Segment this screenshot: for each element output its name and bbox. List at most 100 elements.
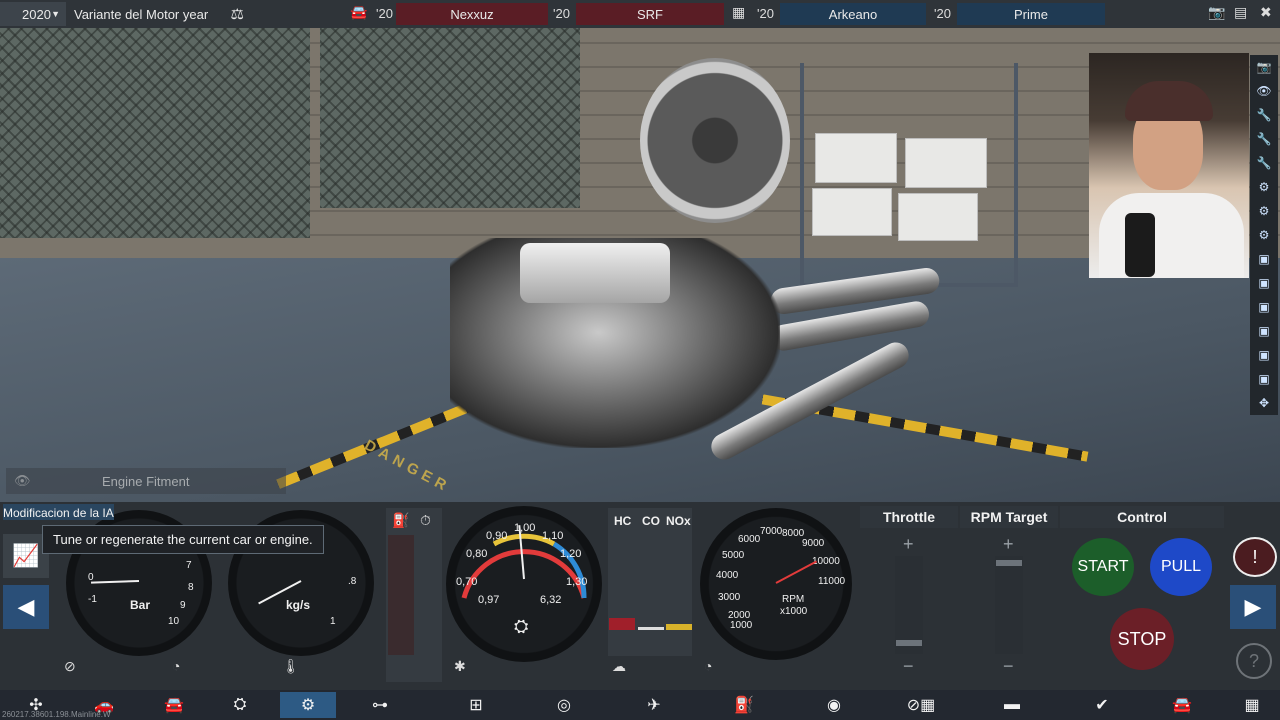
tool-icon[interactable]: ▣	[1250, 343, 1278, 367]
rpm-target-slider[interactable]	[995, 556, 1023, 654]
nav-aero-icon[interactable]: ✈	[626, 692, 682, 718]
engine-icon: ⛭	[514, 616, 529, 636]
team-year: '20	[757, 6, 774, 21]
gauge-icon[interactable]: ◔	[704, 658, 712, 674]
team-srf[interactable]: SRF	[576, 3, 724, 25]
plus-icon[interactable]: +	[903, 534, 914, 555]
camera-icon[interactable]: 📷	[1250, 55, 1278, 79]
nav-test-track-icon[interactable]: ⊘▦	[890, 692, 952, 718]
emission-header: CO	[642, 514, 660, 528]
engine-fitment-bar[interactable]: 👁 Engine Fitment	[6, 468, 286, 494]
tooltip: Tune or regenerate the current car or en…	[42, 525, 324, 554]
gauge-tick: 5000	[722, 550, 745, 561]
view-icon[interactable]: 👁	[1250, 79, 1278, 103]
tool-icon[interactable]: ▣	[1250, 319, 1278, 343]
eye-icon[interactable]: 👁	[14, 473, 38, 489]
nav-engine-tuning-icon[interactable]: ⚙	[280, 692, 336, 718]
minus-icon[interactable]: −	[1003, 656, 1014, 677]
scale-icon[interactable]: ⚖	[231, 5, 244, 23]
tool-icon[interactable]: ▣	[1250, 295, 1278, 319]
engine-grid-icon: ▦	[732, 4, 746, 20]
ai-modification-label[interactable]: Modificacion de la IA	[3, 504, 114, 520]
garage-scene: DANGER	[0, 28, 1280, 502]
pull-button[interactable]: PULL	[1150, 538, 1212, 596]
control-header: Control	[1060, 506, 1224, 528]
nav-brakes-icon[interactable]: ◎	[536, 692, 592, 718]
rpm-needle	[775, 560, 818, 584]
gauge-tick: 8	[188, 582, 194, 593]
variant-selector[interactable]: Variante del Motor year ⚖	[68, 2, 254, 26]
camera-icon[interactable]: 📷	[1208, 4, 1225, 21]
emissions-icon[interactable]: ☁	[612, 658, 626, 675]
throttle-slider[interactable]	[895, 556, 923, 654]
temperature-icon[interactable]: 🌡	[282, 658, 300, 675]
alert-icon[interactable]: !	[1233, 537, 1277, 577]
move-icon[interactable]: ✥	[1250, 391, 1278, 415]
year-dropdown[interactable]: 2020 ▼	[0, 2, 66, 26]
tool-icon[interactable]: ⚙	[1250, 199, 1278, 223]
tool-icon[interactable]: ⚙	[1250, 223, 1278, 247]
mesh-window-right	[320, 28, 580, 208]
gauge-tick: 1000	[730, 620, 753, 631]
gauge-tick: 9	[180, 600, 186, 611]
engine-intake	[520, 243, 670, 303]
gauge-tick: 7	[186, 560, 192, 571]
rpm-target-header: RPM Target	[960, 506, 1058, 528]
nav-showroom-icon[interactable]: 🚘	[1154, 692, 1210, 718]
nav-tyres-icon[interactable]: ◉	[806, 692, 862, 718]
gauge-unit: Bar	[130, 598, 151, 612]
year-value: 2020	[22, 6, 51, 22]
bottom-nav: ✣ 🚗 🚘 ⛭ ⚙ ⊶ ⊞ ◎ ✈ ⛽ ◉ ⊘▦ ▬ ✔ 🚘 ▦	[0, 690, 1280, 720]
tool-icon[interactable]: 🔧	[1250, 127, 1278, 151]
spark-icon[interactable]: ✱	[454, 658, 466, 675]
hc-level-bar	[609, 618, 635, 630]
version-label: 260217.38601.198.Mainline.W	[2, 710, 111, 719]
nav-drivetrain-icon[interactable]: ⊶	[352, 692, 408, 718]
timer-icon: ⏱	[420, 512, 431, 528]
gauge-icon[interactable]: ⊘	[64, 658, 76, 675]
nox-level-bar	[666, 624, 692, 630]
slider-knob[interactable]	[996, 560, 1022, 566]
webcam-cap	[1125, 81, 1213, 121]
gauge-tick: 10	[168, 616, 180, 627]
tool-icon[interactable]: ⚙	[1250, 175, 1278, 199]
plus-icon[interactable]: +	[1003, 534, 1014, 555]
close-icon[interactable]: ✖	[1260, 4, 1272, 21]
tool-icon[interactable]: 🔧	[1250, 103, 1278, 127]
gauge-tick: 11000	[818, 576, 846, 587]
crate	[815, 133, 897, 183]
nav-suspension-icon[interactable]: ⊞	[448, 692, 504, 718]
back-arrow-icon[interactable]: ◀	[3, 585, 49, 629]
nav-fuel-icon[interactable]: ⛽	[716, 692, 772, 718]
slider-knob[interactable]	[896, 640, 922, 646]
nav-engine-icon[interactable]: ⛭	[212, 692, 268, 718]
nav-market-icon[interactable]: ▬	[984, 692, 1040, 718]
tool-icon[interactable]: ▣	[1250, 367, 1278, 391]
tool-icon[interactable]: ▣	[1250, 271, 1278, 295]
nav-stats-icon[interactable]: ▦	[1224, 692, 1280, 718]
gauge-tick: 7000	[760, 526, 783, 537]
tool-icon[interactable]: 🔧	[1250, 151, 1278, 175]
emission-header: HC	[614, 514, 632, 528]
lambda-right-value: 6,32	[540, 594, 562, 606]
top-bar: 2020 ▼ Variante del Motor year ⚖ 🚘 '20 N…	[0, 0, 1280, 28]
team-prime[interactable]: Prime	[957, 3, 1105, 25]
minus-icon[interactable]: −	[903, 656, 914, 677]
gauge-tick: 2000	[728, 610, 751, 621]
tool-icon[interactable]: ▣	[1250, 247, 1278, 271]
help-icon[interactable]: ?	[1236, 643, 1272, 679]
lambda-left-value: 0,97	[478, 594, 500, 606]
gauge-tick: 3000	[718, 592, 741, 603]
forward-arrow-icon[interactable]: ▶	[1230, 585, 1276, 629]
start-button[interactable]: START	[1072, 538, 1134, 596]
team-nexxuz[interactable]: Nexxuz	[396, 3, 548, 25]
menu-icon[interactable]: ▤	[1234, 4, 1247, 21]
team-arkeano[interactable]: Arkeano	[780, 3, 926, 25]
gauge-tick: 1,10	[542, 530, 564, 542]
gauge-icon[interactable]: ◔	[172, 658, 180, 674]
gauge-tick: 0,80	[466, 548, 488, 560]
nav-design-icon[interactable]: 🚘	[146, 692, 202, 718]
rpm-unit: x1000	[780, 606, 808, 617]
stop-button[interactable]: STOP	[1110, 608, 1174, 670]
nav-finish-icon[interactable]: ✔	[1074, 692, 1130, 718]
